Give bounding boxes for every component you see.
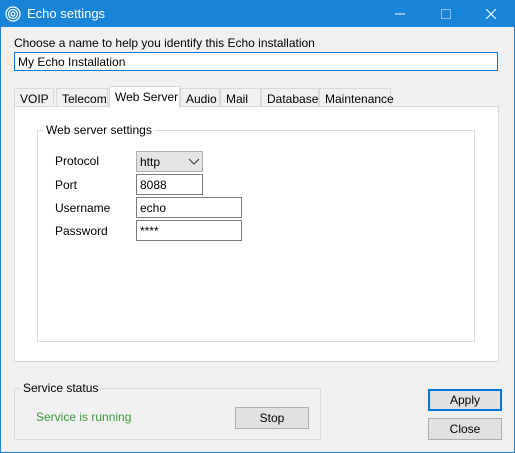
- protocol-select[interactable]: http: [136, 151, 203, 172]
- service-status-group: Service status Service is running Stop: [14, 381, 321, 440]
- tab-maintenance[interactable]: Maintenance: [319, 88, 394, 107]
- echo-app-icon: [5, 6, 21, 22]
- password-input[interactable]: [136, 220, 242, 241]
- close-button[interactable]: Close: [428, 418, 502, 440]
- minimize-icon: [395, 13, 405, 15]
- service-status-text: Service is running: [36, 410, 132, 424]
- web-server-tab-panel: Web server settings Protocol http Port U…: [14, 106, 499, 362]
- maximize-icon: [441, 9, 451, 19]
- tab-telecom[interactable]: Telecom: [56, 88, 108, 107]
- apply-button[interactable]: Apply: [428, 389, 502, 411]
- chevron-down-icon: [188, 158, 200, 165]
- maximize-button[interactable]: [423, 1, 469, 27]
- tab-database[interactable]: Database: [261, 88, 319, 107]
- web-server-settings-group: Web server settings Protocol http Port U…: [37, 123, 475, 342]
- close-window-button[interactable]: [468, 1, 514, 27]
- service-status-title: Service status: [21, 381, 101, 395]
- port-input[interactable]: [136, 174, 203, 195]
- password-label: Password: [55, 224, 108, 238]
- close-icon: [486, 9, 496, 19]
- protocol-label: Protocol: [55, 154, 100, 168]
- tab-voip[interactable]: VOIP: [14, 88, 54, 107]
- minimize-button[interactable]: [377, 1, 423, 27]
- protocol-value: http: [140, 155, 161, 169]
- installation-name-label: Choose a name to help you identify this …: [14, 36, 315, 50]
- tab-mail[interactable]: Mail: [220, 88, 261, 107]
- tab-audio[interactable]: Audio: [180, 88, 220, 107]
- installation-name-input[interactable]: [14, 52, 498, 71]
- port-label: Port: [55, 178, 78, 192]
- echo-settings-window: Echo settings Choose a name to help you …: [0, 0, 515, 453]
- title-bar[interactable]: Echo settings: [1, 1, 514, 27]
- window-title: Echo settings: [27, 6, 106, 21]
- stop-service-button[interactable]: Stop: [235, 407, 309, 429]
- username-input[interactable]: [136, 197, 242, 218]
- username-label: Username: [55, 201, 111, 215]
- web-server-group-title: Web server settings: [44, 123, 154, 137]
- tab-web-server[interactable]: Web Server: [109, 86, 180, 108]
